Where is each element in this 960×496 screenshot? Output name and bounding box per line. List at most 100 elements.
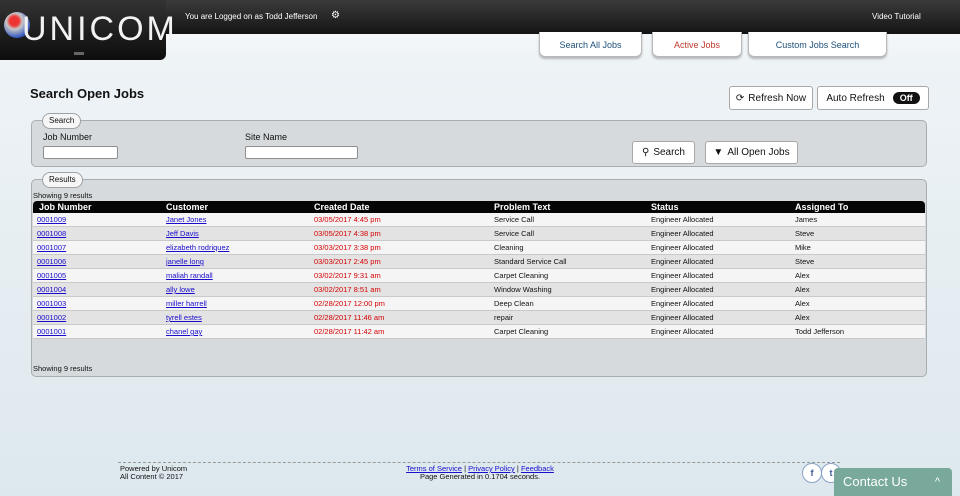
table-row[interactable]: 0001008 Jeff Davis 03/05/2017 4:38 pm Servi… bbox=[33, 226, 925, 241]
job-number-link[interactable]: 0001001 bbox=[37, 327, 66, 336]
table-cell: 0001002 bbox=[33, 310, 162, 325]
created-date: 02/28/2017 12:00 pm bbox=[310, 296, 490, 311]
results-count-top: Showing 9 results bbox=[33, 191, 93, 200]
status: Engineer Allocated bbox=[647, 296, 791, 311]
customer-link[interactable]: elizabeth rodriquez bbox=[166, 243, 229, 252]
job-number-link[interactable]: 0001003 bbox=[37, 299, 66, 308]
assigned-to: Mike bbox=[791, 240, 925, 255]
customer-link[interactable]: ally lowe bbox=[166, 285, 195, 294]
table-cell: janelle long bbox=[162, 254, 310, 269]
column-header[interactable]: Status bbox=[647, 201, 791, 213]
table-cell: elizabeth rodriquez bbox=[162, 240, 310, 255]
search-button[interactable]: ⚲ Search bbox=[632, 141, 695, 164]
customer-link[interactable]: Janet Jones bbox=[166, 215, 206, 224]
customer-link[interactable]: chanel gay bbox=[166, 327, 202, 336]
table-row[interactable]: 0001003 miller harrell 02/28/2017 12:00 pm… bbox=[33, 296, 925, 311]
filter-icon: ▼ bbox=[713, 147, 724, 158]
tab-active-jobs[interactable]: Active Jobs bbox=[652, 32, 742, 57]
table-row[interactable]: 0001002 tyrell estes 02/28/2017 11:46 am re… bbox=[33, 310, 925, 325]
status: Engineer Allocated bbox=[647, 310, 791, 325]
all-open-jobs-label: All Open Jobs bbox=[727, 147, 790, 158]
table-row[interactable]: 0001004 ally lowe 03/02/2017 8:51 am Window… bbox=[33, 282, 925, 297]
created-date: 03/02/2017 9:31 am bbox=[310, 268, 490, 283]
table-row[interactable]: 0001005 maliah randall 03/02/2017 9:31 am C… bbox=[33, 268, 925, 283]
job-number-link[interactable]: 0001009 bbox=[37, 215, 66, 224]
search-button-label: Search bbox=[653, 147, 685, 158]
refresh-icon: ⟳ bbox=[735, 92, 745, 104]
footer-links: Terms of Service | Privacy Policy | Feed… bbox=[380, 465, 580, 481]
created-date: 03/03/2017 2:45 pm bbox=[310, 254, 490, 269]
customer-link[interactable]: Jeff Davis bbox=[166, 229, 199, 238]
chevron-up-icon: ^ bbox=[934, 476, 940, 488]
search-icon: ⚲ bbox=[641, 147, 650, 158]
job-number-link[interactable]: 0001005 bbox=[37, 271, 66, 280]
problem-text: Cleaning bbox=[490, 240, 647, 255]
column-header[interactable]: Assigned To bbox=[791, 201, 925, 213]
column-header[interactable]: Customer bbox=[162, 201, 310, 213]
table-cell: 0001006 bbox=[33, 254, 162, 269]
gear-icon[interactable]: ⚙ bbox=[331, 10, 340, 21]
job-number-link[interactable]: 0001004 bbox=[37, 285, 66, 294]
tab-custom-jobs-search[interactable]: Custom Jobs Search bbox=[748, 32, 887, 57]
problem-text: Service Call bbox=[490, 213, 647, 227]
auto-refresh-toggle[interactable]: Off bbox=[892, 92, 920, 104]
column-header[interactable]: Problem Text bbox=[490, 201, 647, 213]
created-date: 03/05/2017 4:45 pm bbox=[310, 213, 490, 227]
table-row[interactable]: 0001007 elizabeth rodriquez 03/03/2017 3:3… bbox=[33, 240, 925, 255]
logo[interactable]: UNICOM bbox=[0, 0, 175, 60]
job-number-link[interactable]: 0001007 bbox=[37, 243, 66, 252]
table-row[interactable]: 0001009 Janet Jones 03/05/2017 4:45 pm Serv… bbox=[33, 213, 925, 227]
assigned-to: Alex bbox=[791, 310, 925, 325]
footer-credits: Powered by Unicom All Content © 2017 bbox=[120, 465, 187, 481]
assigned-to: Alex bbox=[791, 296, 925, 311]
jobs-table: Job Number Customer Created Date Problem… bbox=[33, 201, 925, 339]
facebook-icon[interactable]: f bbox=[802, 463, 822, 483]
customer-link[interactable]: janelle long bbox=[166, 257, 204, 266]
problem-text: Deep Clean bbox=[490, 296, 647, 311]
job-number-input[interactable] bbox=[43, 146, 118, 159]
problem-text: Carpet Cleaning bbox=[490, 268, 647, 283]
problem-text: Window Washing bbox=[490, 282, 647, 297]
table-cell: 0001005 bbox=[33, 268, 162, 283]
table-cell: Jeff Davis bbox=[162, 226, 310, 241]
customer-link[interactable]: miller harrell bbox=[166, 299, 207, 308]
table-row[interactable]: 0001001 chanel gay 02/28/2017 11:42 am Carp… bbox=[33, 324, 925, 339]
status: Engineer Allocated bbox=[647, 254, 791, 269]
assigned-to: Alex bbox=[791, 268, 925, 283]
status: Engineer Allocated bbox=[647, 324, 791, 339]
status: Engineer Allocated bbox=[647, 282, 791, 297]
auto-refresh-label: Auto Refresh bbox=[826, 92, 885, 104]
assigned-to: Steve bbox=[791, 254, 925, 269]
table-cell: chanel gay bbox=[162, 324, 310, 339]
job-number-link[interactable]: 0001006 bbox=[37, 257, 66, 266]
all-open-jobs-button[interactable]: ▼ All Open Jobs bbox=[705, 141, 798, 164]
logo-divider bbox=[74, 52, 84, 55]
site-name-label[interactable]: Site Name bbox=[245, 132, 287, 142]
tab-search-all-jobs[interactable]: Search All Jobs bbox=[539, 32, 642, 57]
customer-link[interactable]: maliah randall bbox=[166, 271, 213, 280]
assigned-to: Todd Jefferson bbox=[791, 324, 925, 339]
table-cell: 0001009 bbox=[33, 213, 162, 227]
customer-link[interactable]: tyrell estes bbox=[166, 313, 202, 322]
column-header[interactable]: Created Date bbox=[310, 201, 490, 213]
assigned-to: Alex bbox=[791, 282, 925, 297]
page-generated: Page Generated in 0.1704 seconds. bbox=[419, 472, 541, 481]
refresh-now-button[interactable]: ⟳ Refresh Now bbox=[729, 86, 813, 110]
site-name-input[interactable] bbox=[245, 146, 358, 159]
column-header[interactable]: Job Number bbox=[33, 201, 162, 213]
job-number-link[interactable]: 0001002 bbox=[37, 313, 66, 322]
assigned-to: James bbox=[791, 213, 925, 227]
login-status: You are Logged on as Todd Jefferson bbox=[185, 12, 318, 21]
problem-text: Standard Service Call bbox=[490, 254, 647, 269]
status: Engineer Allocated bbox=[647, 240, 791, 255]
contact-us-label: Contact Us bbox=[843, 474, 908, 489]
video-tutorial-link[interactable]: Video Tutorial bbox=[872, 12, 921, 21]
results-count-bottom: Showing 9 results bbox=[33, 364, 93, 373]
logo-text: UNICOM bbox=[22, 10, 178, 48]
contact-us-button[interactable]: Contact Us ^ bbox=[834, 468, 952, 496]
table-cell: ally lowe bbox=[162, 282, 310, 297]
results-panel: Results Showing 9 results Job Number Cus… bbox=[31, 172, 927, 377]
table-row[interactable]: 0001006 janelle long 03/03/2017 2:45 pm Sta… bbox=[33, 254, 925, 269]
created-date: 02/28/2017 11:42 am bbox=[310, 324, 490, 339]
job-number-link[interactable]: 0001008 bbox=[37, 229, 66, 238]
